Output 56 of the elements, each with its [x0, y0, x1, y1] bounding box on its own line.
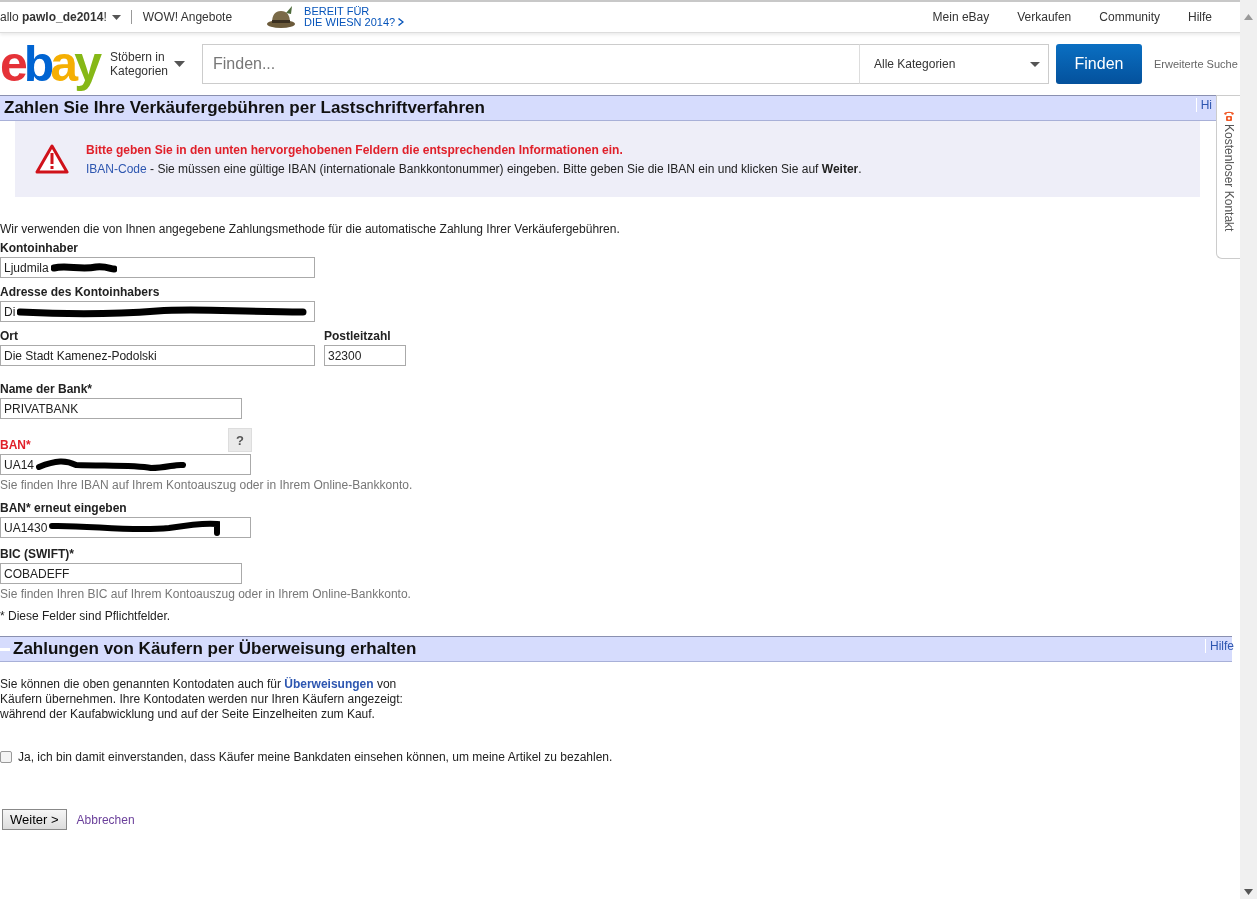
- search-field[interactable]: Finden...: [202, 44, 859, 84]
- bank-name-field[interactable]: PRIVATBANK: [0, 398, 242, 419]
- hint-text: Sie finden Ihren BIC auf Ihrem Kontoauszug oder in Ihrem Online-Bankkonto.: [0, 587, 412, 601]
- field-label: Name der Bank*: [0, 382, 94, 396]
- section-title: Zahlungen von Käufern per Überweisung erhalten: [13, 639, 418, 659]
- minus-icon[interactable]: [0, 647, 10, 651]
- promo-link[interactable]: BEREIT FÜR DIE WIESN 2014?: [304, 6, 405, 28]
- nav-link[interactable]: Verkaufen: [1017, 10, 1072, 24]
- consent-checkbox[interactable]: [0, 751, 12, 763]
- nav-link[interactable]: Community: [1099, 10, 1160, 24]
- hint-text: Sie finden Ihre IBAN auf Ihrem Kontoauszug oder in Ihrem Online-Bankkonto.: [0, 478, 414, 492]
- field-label: BAN* erneut eingeben: [0, 501, 128, 515]
- ebay-logo[interactable]: ebay: [0, 39, 110, 89]
- account-holder-field[interactable]: Ljudmila: [0, 257, 315, 278]
- transfer-text: Sie können die oben genannten Kontodaten auch für Überweisungen von Käufern übernehmen. Ihre Kontodaten werden nur Ihren Käufern angezeigt: während der Kaufabwicklung und auf der Seite Einzelheiten zum Kauf.: [0, 677, 404, 722]
- iban-code-link[interactable]: IBAN-Code: [86, 161, 147, 176]
- contact-tab[interactable]: Kostenloser Kontakt: [1216, 95, 1240, 259]
- help-link[interactable]: Hilfe: [1205, 639, 1232, 653]
- postal-code-field[interactable]: 32300: [324, 345, 406, 366]
- help-link[interactable]: Hi: [1195, 98, 1212, 112]
- required-note: * Diese Felder sind Pflichtfelder.: [0, 609, 172, 623]
- caret-icon: [174, 61, 186, 67]
- address-field[interactable]: Di: [0, 301, 315, 322]
- deals-link[interactable]: WOW! Angebote: [142, 10, 233, 24]
- field-label: Kontoinhaber: [0, 241, 79, 255]
- error-heading: Bitte geben Sie in den unten hervorgehobenen Feldern die entsprechenden Informationen ein.: [86, 142, 624, 157]
- bic-field[interactable]: COBADEFF: [0, 563, 242, 584]
- consent-label: Ja, ich bin damit einverstanden, dass Käufer meine Bankdaten einsehen können, um meine Artikel zu bezahlen.: [18, 750, 613, 764]
- scroll-bar[interactable]: [1240, 0, 1257, 899]
- transfers-link[interactable]: Überweisungen: [284, 677, 374, 691]
- field-label: Postleitzahl: [324, 329, 392, 343]
- field-label: BIC (SWIFT)*: [0, 547, 75, 561]
- caret-icon: [1030, 61, 1040, 67]
- field-label: BAN*: [0, 438, 31, 452]
- error-message: IBAN-Code - Sie müssen eine gültige IBAN (internationale Bankkontonummer) eingeben. Bitte geben Sie die IBAN ein und klicken Sie auf Weiter.: [86, 161, 862, 176]
- field-label: Ort: [0, 329, 19, 343]
- nav-link[interactable]: Mein eBay: [932, 10, 990, 24]
- category-dropdown[interactable]: Alle Kategorien: [859, 44, 1049, 84]
- caret-icon: [111, 14, 121, 20]
- field-label: Adresse des Kontoinhabers: [0, 285, 161, 299]
- advanced-search-link[interactable]: Erweiterte Suche: [1154, 58, 1238, 70]
- section-title: Zahlen Sie Ihre Verkäufergebühren per Lastschriftverfahren: [4, 98, 486, 118]
- iban-field[interactable]: UA14: [0, 454, 251, 475]
- iban-repeat-field[interactable]: UA1430: [0, 517, 251, 538]
- warning-icon: [35, 144, 69, 174]
- user-greeting[interactable]: allo pawlo_de2014!: [0, 10, 107, 24]
- phone-icon: [1222, 110, 1235, 121]
- hat-icon: [266, 5, 297, 29]
- next-button[interactable]: Weiter >: [2, 809, 67, 830]
- search-button[interactable]: Finden: [1056, 44, 1142, 84]
- nav-link[interactable]: Hilfe: [1188, 10, 1212, 24]
- city-field[interactable]: Die Stadt Kamenez-Podolski: [0, 345, 315, 366]
- chevron-icon: [398, 18, 405, 26]
- cancel-link[interactable]: Abbrechen: [76, 812, 135, 827]
- help-button[interactable]: ?: [228, 428, 252, 452]
- browse-categories-button[interactable]: Stöbern in Kategorien: [110, 50, 202, 78]
